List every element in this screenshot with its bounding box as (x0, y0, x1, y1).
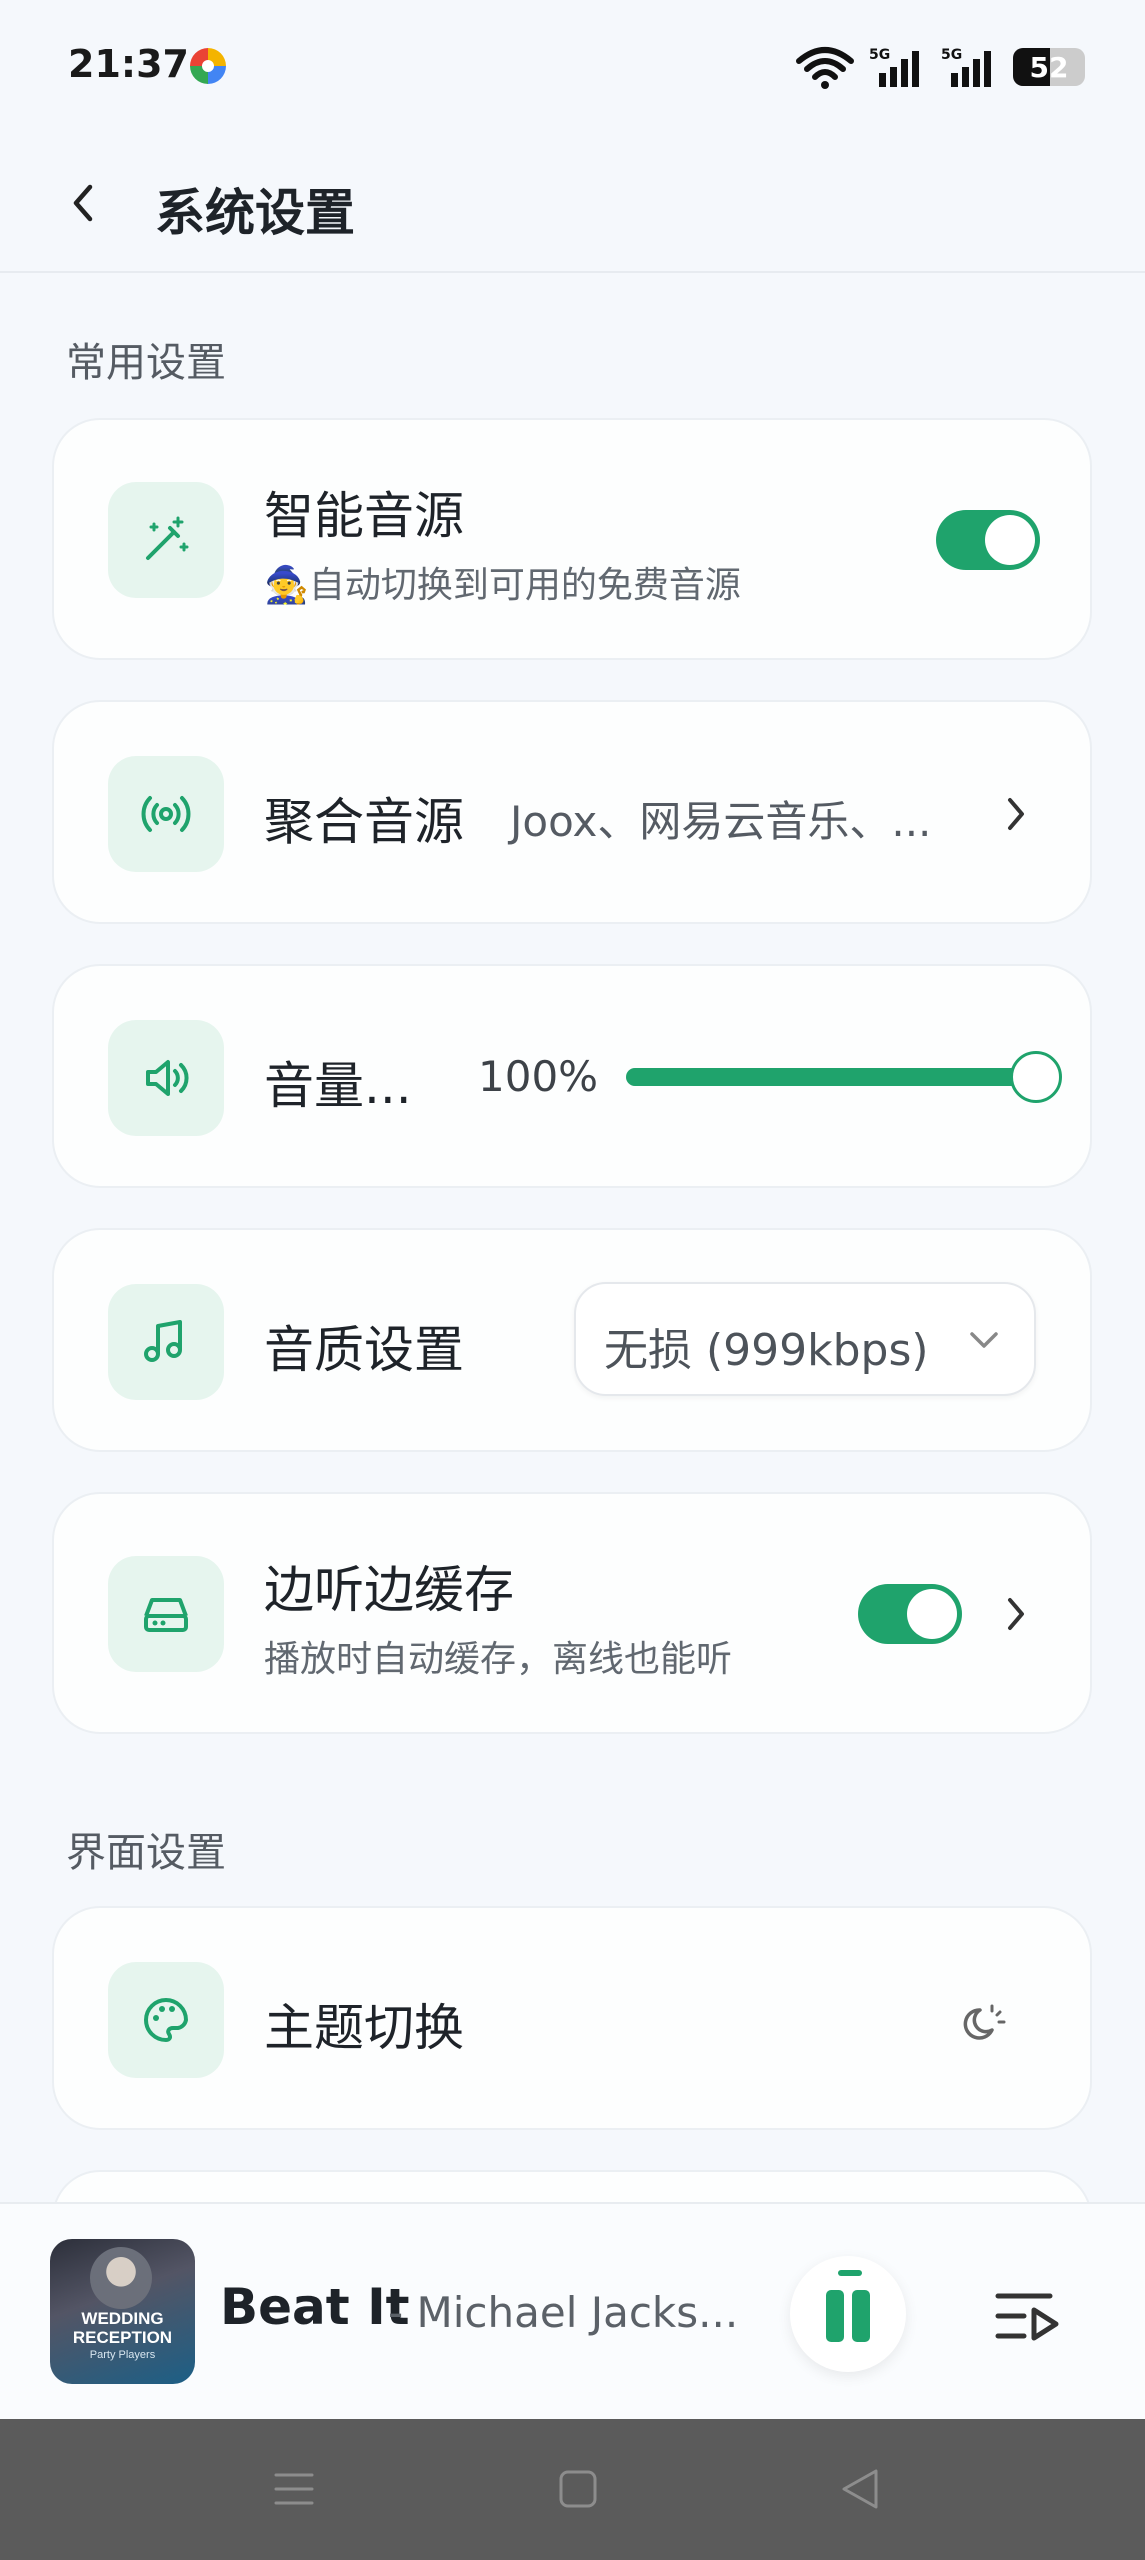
battery-icon: 52 (1013, 48, 1085, 86)
cache-subtitle: 播放时自动缓存，离线也能听 (264, 1639, 733, 1680)
settings-page: 21:37 5G 5G 52 系统设置 常用设置 智能音源 🧙自动切换到可用的免… (0, 0, 1145, 2560)
chevron-right-icon (996, 1594, 1036, 1634)
playback-progress-indicator (838, 2270, 862, 2276)
smart-source-icon-box (108, 482, 224, 598)
chevron-down-icon (970, 1332, 998, 1348)
album-art-figure (90, 2247, 152, 2309)
svg-text:5G: 5G (941, 47, 962, 63)
magic-wand-icon (146, 516, 189, 560)
aggregate-source-icon-box (108, 756, 224, 872)
back-triangle-icon (842, 2469, 878, 2509)
home-square-icon (559, 2470, 597, 2508)
toggle-knob (907, 1589, 957, 1639)
smart-source-title: 智能音源 (264, 487, 464, 545)
setting-cache[interactable]: 边听边缓存 播放时自动缓存，离线也能听 (52, 1492, 1092, 1734)
album-cover[interactable]: WEDDING RECEPTION Party Players (50, 2239, 195, 2384)
toggle-knob (985, 515, 1035, 565)
music-note-icon (144, 1320, 182, 1362)
chevron-left-icon (73, 184, 93, 222)
volume-icon-box (108, 1020, 224, 1136)
song-artist: - Michael Jacks... (388, 2288, 739, 2337)
volume-slider[interactable] (626, 1068, 1036, 1086)
playlist-icon (995, 2293, 1059, 2341)
pause-icon (826, 2290, 844, 2342)
pause-icon (852, 2290, 870, 2342)
setting-theme[interactable]: 主题切换 (52, 1906, 1092, 2130)
setting-quality: 音质设置 无损 (999kbps) (52, 1228, 1092, 1452)
volume-slider-handle[interactable] (1010, 1051, 1062, 1103)
setting-aggregate-source[interactable]: 聚合音源 Joox、网易云音乐、... (52, 700, 1092, 924)
section-title-common: 常用设置 (66, 340, 226, 386)
menu-icon (274, 2473, 314, 2505)
wifi-icon (796, 47, 854, 89)
cache-icon-box (108, 1556, 224, 1672)
battery-level: 52 (1029, 50, 1069, 84)
smart-source-subtitle: 🧙自动切换到可用的免费音源 (264, 565, 741, 606)
quality-selected-value: 无损 (999kbps) (604, 1325, 929, 1376)
status-icons: 5G 5G 52 (795, 42, 1085, 92)
mini-player[interactable]: WEDDING RECEPTION Party Players Beat It … (0, 2202, 1145, 2419)
speaker-icon (146, 1060, 189, 1096)
quality-icon-box (108, 1284, 224, 1400)
cache-toggle[interactable] (858, 1584, 962, 1644)
playlist-button[interactable] (990, 2282, 1070, 2352)
setting-volume: 音量... 100% (52, 964, 1092, 1188)
pause-button[interactable] (790, 2256, 906, 2372)
volume-value: 100% (478, 1052, 599, 1101)
album-cover-title: WEDDING RECEPTION (72, 2309, 173, 2347)
chevron-right-icon (996, 794, 1036, 834)
quality-select[interactable]: 无损 (999kbps) (574, 1282, 1036, 1396)
nav-back-button[interactable] (830, 2459, 890, 2519)
smart-source-toggle[interactable] (936, 510, 1040, 570)
setting-smart-source: 智能音源 🧙自动切换到可用的免费音源 (52, 418, 1092, 660)
section-title-interface: 界面设置 (66, 1830, 226, 1876)
volume-slider-fill (626, 1068, 1036, 1086)
quality-title: 音质设置 (264, 1321, 464, 1379)
aggregate-source-title: 聚合音源 (264, 793, 464, 851)
theme-title: 主题切换 (264, 1999, 464, 2057)
song-title: Beat It (220, 2278, 410, 2336)
app-header: 系统设置 (0, 135, 1145, 273)
svg-text:5G: 5G (869, 47, 890, 63)
app-icon (190, 48, 226, 84)
hard-drive-icon (144, 1598, 188, 1632)
theme-icon-box (108, 1962, 224, 2078)
volume-title: 音量... (264, 1057, 412, 1115)
album-cover-subtitle: Party Players (89, 2349, 156, 2361)
system-nav-bar (0, 2419, 1145, 2560)
aggregate-source-value: Joox、网易云音乐、... (510, 797, 932, 846)
moon-sun-icon[interactable] (956, 1996, 1008, 2048)
status-bar: 21:37 5G 5G 52 (0, 0, 1145, 135)
nav-menu-button[interactable] (264, 2459, 324, 2519)
nav-home-button[interactable] (548, 2459, 608, 2519)
page-title: 系统设置 (155, 184, 355, 242)
signal-5g-icon: 5G (941, 47, 991, 87)
signal-5g-icon: 5G (869, 47, 919, 87)
back-button[interactable] (55, 175, 111, 231)
palette-icon (144, 1998, 188, 2042)
broadcast-icon (141, 796, 191, 832)
status-time: 21:37 (68, 42, 189, 86)
cache-title: 边听边缓存 (264, 1561, 514, 1619)
